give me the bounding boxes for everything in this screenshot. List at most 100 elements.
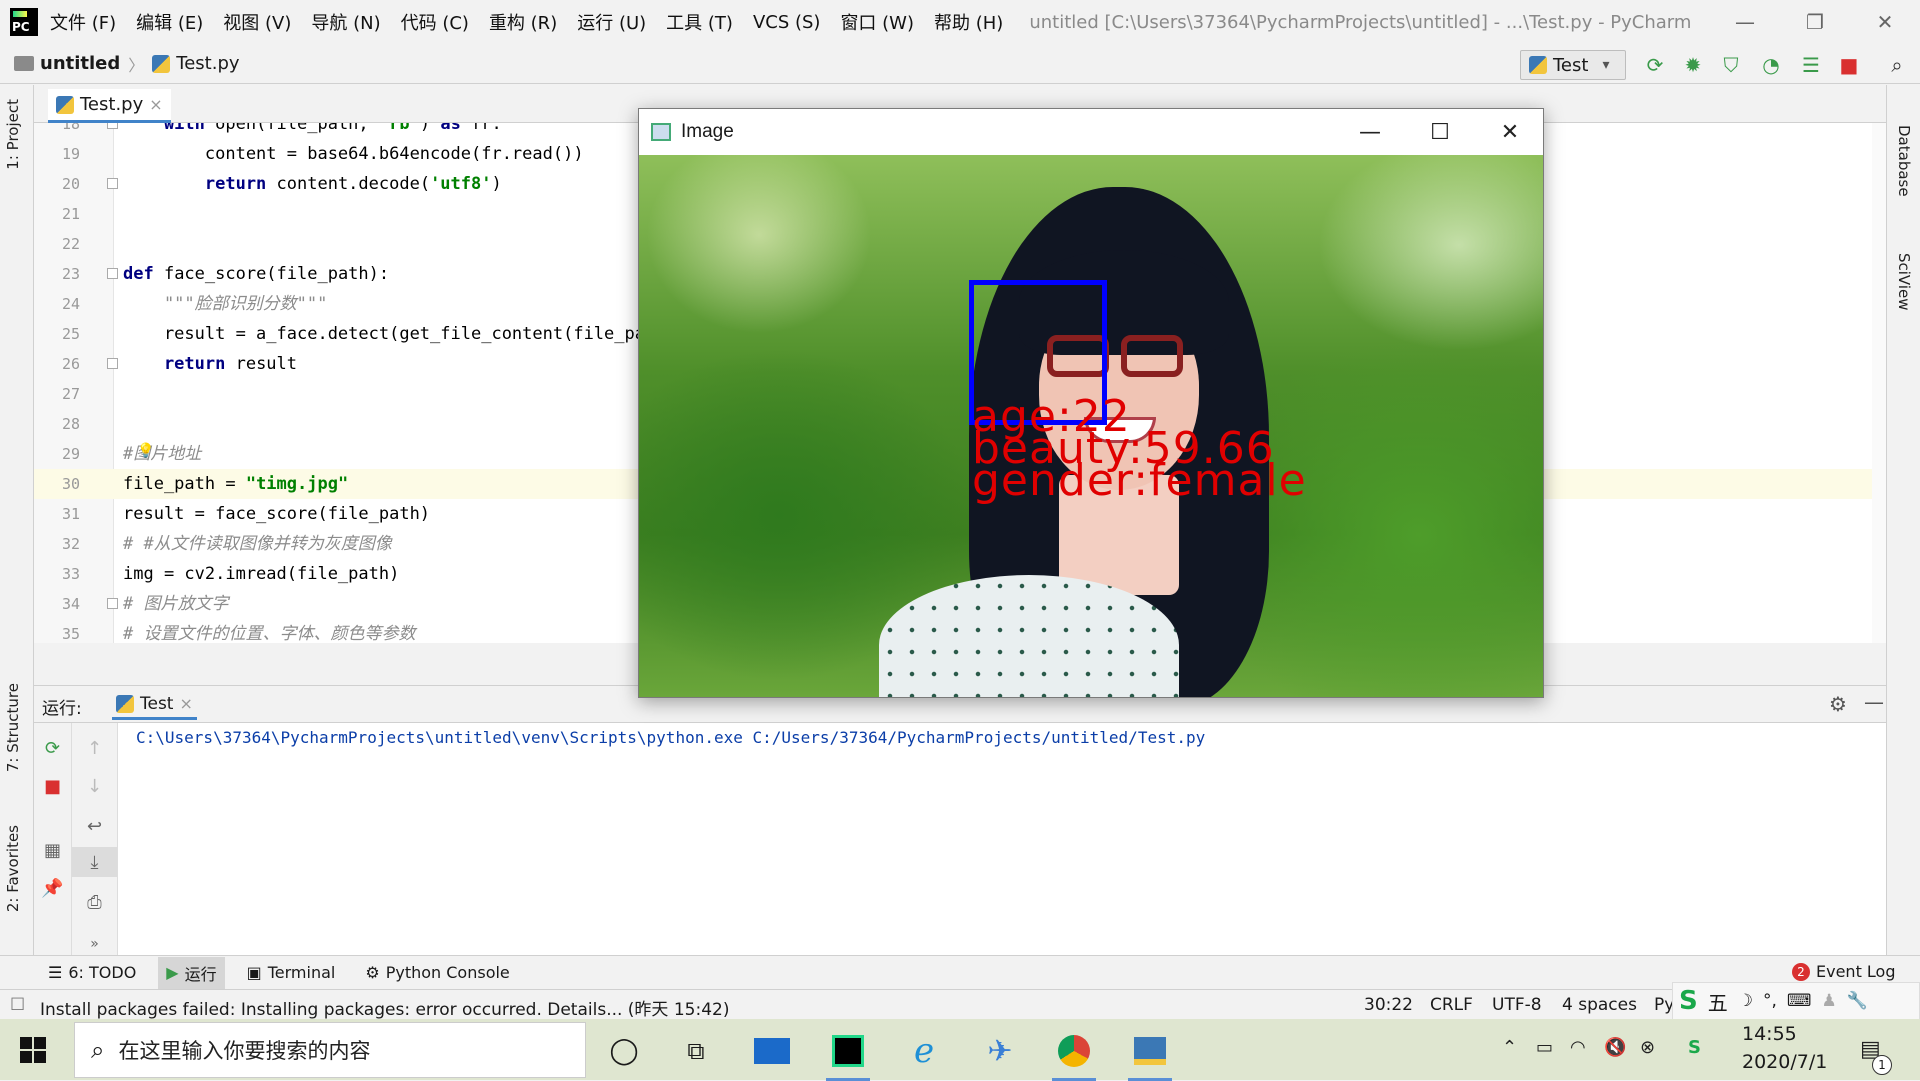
indent-setting[interactable]: 4 spaces	[1562, 995, 1637, 1015]
restore-button[interactable]: ❐	[1780, 0, 1850, 44]
clock-date[interactable]: 2020/7/1	[1742, 1051, 1827, 1073]
wrench-icon[interactable]: 🔧	[1847, 991, 1868, 1011]
image-close-button[interactable]: ✕	[1475, 109, 1545, 155]
chevron-up-icon[interactable]: ⌃	[1502, 1037, 1517, 1058]
hide-panel-icon[interactable]: —	[1864, 690, 1884, 714]
ie-app-icon[interactable]: ℯ	[902, 1029, 946, 1073]
tool-tab-database[interactable]: Database	[1895, 125, 1913, 197]
clock-time[interactable]: 14:55	[1742, 1023, 1797, 1045]
image-window-titlebar[interactable]: Image — ☐ ✕	[639, 109, 1543, 155]
breadcrumb-project[interactable]: untitled	[40, 53, 120, 74]
arrow-down-icon[interactable]: ↓	[72, 771, 117, 801]
concurrency-icon[interactable]: ☰	[1798, 52, 1824, 78]
taskbar-search[interactable]: ⌕ 在这里输入你要搜索的内容	[74, 1022, 586, 1078]
task-view-icon[interactable]: ⧉	[674, 1029, 718, 1073]
menu-navigate[interactable]: 导航 (N)	[311, 9, 380, 35]
tool-tab-structure[interactable]: 7: Structure	[4, 683, 22, 772]
gear-icon[interactable]: ⚙	[1829, 692, 1847, 716]
menu-code[interactable]: 代码 (C)	[401, 9, 469, 35]
windows-start-icon[interactable]	[20, 1037, 46, 1063]
code-token: result	[225, 354, 298, 374]
python-console-label: Python Console	[385, 963, 510, 982]
line-number: 32	[61, 535, 80, 553]
print-icon[interactable]: ⎙	[72, 887, 117, 917]
tool-tab-favorites[interactable]: 2: Favorites	[4, 825, 22, 912]
feishu-app-icon[interactable]: ✈	[978, 1029, 1022, 1073]
tray-close-icon[interactable]: ⊗	[1640, 1037, 1655, 1058]
menu-vcs[interactable]: VCS (S)	[753, 12, 821, 33]
volume-muted-icon[interactable]: 🔇	[1604, 1037, 1626, 1058]
layout-icon[interactable]: ▦	[34, 835, 71, 865]
chrome-app-icon[interactable]	[1052, 1029, 1096, 1081]
tool-tab-terminal[interactable]: ▣ Terminal	[239, 959, 344, 986]
rerun-icon[interactable]: ⟳	[34, 733, 71, 763]
battery-icon[interactable]: ▭	[1536, 1037, 1553, 1058]
fold-marker-icon[interactable]	[107, 268, 118, 279]
tool-tab-python-console[interactable]: ⚙ Python Console	[357, 959, 517, 986]
run-tab-test[interactable]: Test ×	[112, 690, 197, 720]
file-encoding[interactable]: UTF-8	[1492, 995, 1542, 1015]
line-separator[interactable]: CRLF	[1430, 995, 1473, 1015]
scroll-to-end-icon[interactable]: ⤓	[72, 847, 117, 877]
ime-toolbar[interactable]: S 五 ☽ °, ⌨ ♟ 🔧	[1672, 982, 1920, 1020]
ime-mode[interactable]: 五	[1708, 987, 1728, 1016]
close-tab-icon[interactable]: ×	[179, 694, 192, 713]
status-message[interactable]: Install packages failed: Installing pack…	[40, 995, 729, 1020]
tool-tab-event-log[interactable]: 2 Event Log	[1784, 958, 1904, 985]
profile-icon[interactable]: ◔	[1758, 52, 1784, 78]
menu-refactor[interactable]: 重构 (R)	[489, 9, 557, 35]
menu-tools[interactable]: 工具 (T)	[666, 9, 733, 35]
soft-wrap-icon[interactable]: ↩	[72, 811, 117, 841]
close-tab-icon[interactable]: ×	[149, 95, 162, 114]
tool-tab-sciview[interactable]: SciView	[1895, 253, 1913, 311]
menu-file[interactable]: 文件 (F)	[50, 9, 116, 35]
menu-run[interactable]: 运行 (U)	[577, 9, 646, 35]
run-config-select[interactable]: Test ▾	[1520, 50, 1626, 80]
sogou-tray-icon[interactable]: S	[1688, 1037, 1701, 1058]
image-maximize-button[interactable]: ☐	[1405, 109, 1475, 155]
pin-icon[interactable]: 📌	[34, 873, 71, 903]
editor-scrollbar[interactable]	[1872, 123, 1886, 643]
close-button[interactable]: ✕	[1850, 0, 1920, 44]
tool-tab-todo[interactable]: ☰ 6: TODO	[40, 959, 144, 986]
caret-position[interactable]: 30:22	[1364, 995, 1413, 1015]
fold-marker-icon[interactable]	[107, 598, 118, 609]
user-icon[interactable]: ♟	[1821, 991, 1836, 1011]
menu-view[interactable]: 视图 (V)	[223, 9, 291, 35]
menu-help[interactable]: 帮助 (H)	[934, 9, 1003, 35]
intention-bulb-icon[interactable]: 💡	[137, 443, 154, 459]
status-toggle-icon[interactable]: ☐	[10, 995, 25, 1015]
image-window[interactable]: Image — ☐ ✕ age:22 beauty:59.66 gender:f…	[638, 108, 1544, 698]
moon-icon[interactable]: ☽	[1738, 991, 1753, 1011]
chevron-down-icon: ▾	[1602, 57, 1610, 73]
coverage-icon[interactable]: ⛉	[1718, 52, 1744, 78]
wifi-icon[interactable]: ◠	[1570, 1037, 1586, 1058]
debug-icon[interactable]: ✹	[1680, 52, 1706, 78]
fold-marker-icon[interactable]	[107, 178, 118, 189]
menu-edit[interactable]: 编辑 (E)	[136, 9, 203, 35]
pycharm-app-icon[interactable]	[826, 1029, 870, 1081]
fold-marker-icon[interactable]	[107, 123, 118, 129]
menu-window[interactable]: 窗口 (W)	[840, 9, 914, 35]
image-minimize-button[interactable]: —	[1335, 109, 1405, 155]
rerun-icon[interactable]: ⟳	[1642, 52, 1668, 78]
keyboard-icon[interactable]: ⌨	[1787, 991, 1812, 1011]
line-number: 28	[61, 415, 80, 433]
search-icon[interactable]: ⌕	[1884, 52, 1910, 78]
stop-icon[interactable]: ■	[34, 771, 71, 801]
windows-taskbar: ⌕ 在这里输入你要搜索的内容 ◯ ⧉ ℯ ✈ ⌃ ▭ ◠ 🔇 ⊗ S 14:55…	[0, 1019, 1920, 1081]
mail-app-icon[interactable]	[750, 1029, 794, 1073]
stop-icon[interactable]: ■	[1836, 52, 1862, 78]
fold-marker-icon[interactable]	[107, 358, 118, 369]
run-console[interactable]	[34, 723, 1886, 955]
portrait-photo: age:22 beauty:59.66 gender:female	[639, 155, 1543, 697]
tool-tab-run[interactable]: ▶ 运行	[158, 956, 225, 989]
arrow-up-icon[interactable]: ↑	[72, 733, 117, 763]
breadcrumb-file[interactable]: Test.py	[176, 53, 239, 74]
cortana-icon[interactable]: ◯	[602, 1029, 646, 1073]
tab-test-py[interactable]: Test.py ×	[48, 89, 171, 123]
minimize-button[interactable]: —	[1710, 0, 1780, 44]
tool-tab-project[interactable]: 1: Project	[4, 99, 22, 170]
python-app-icon[interactable]	[1128, 1029, 1172, 1081]
punctuation-icon[interactable]: °,	[1763, 991, 1777, 1011]
